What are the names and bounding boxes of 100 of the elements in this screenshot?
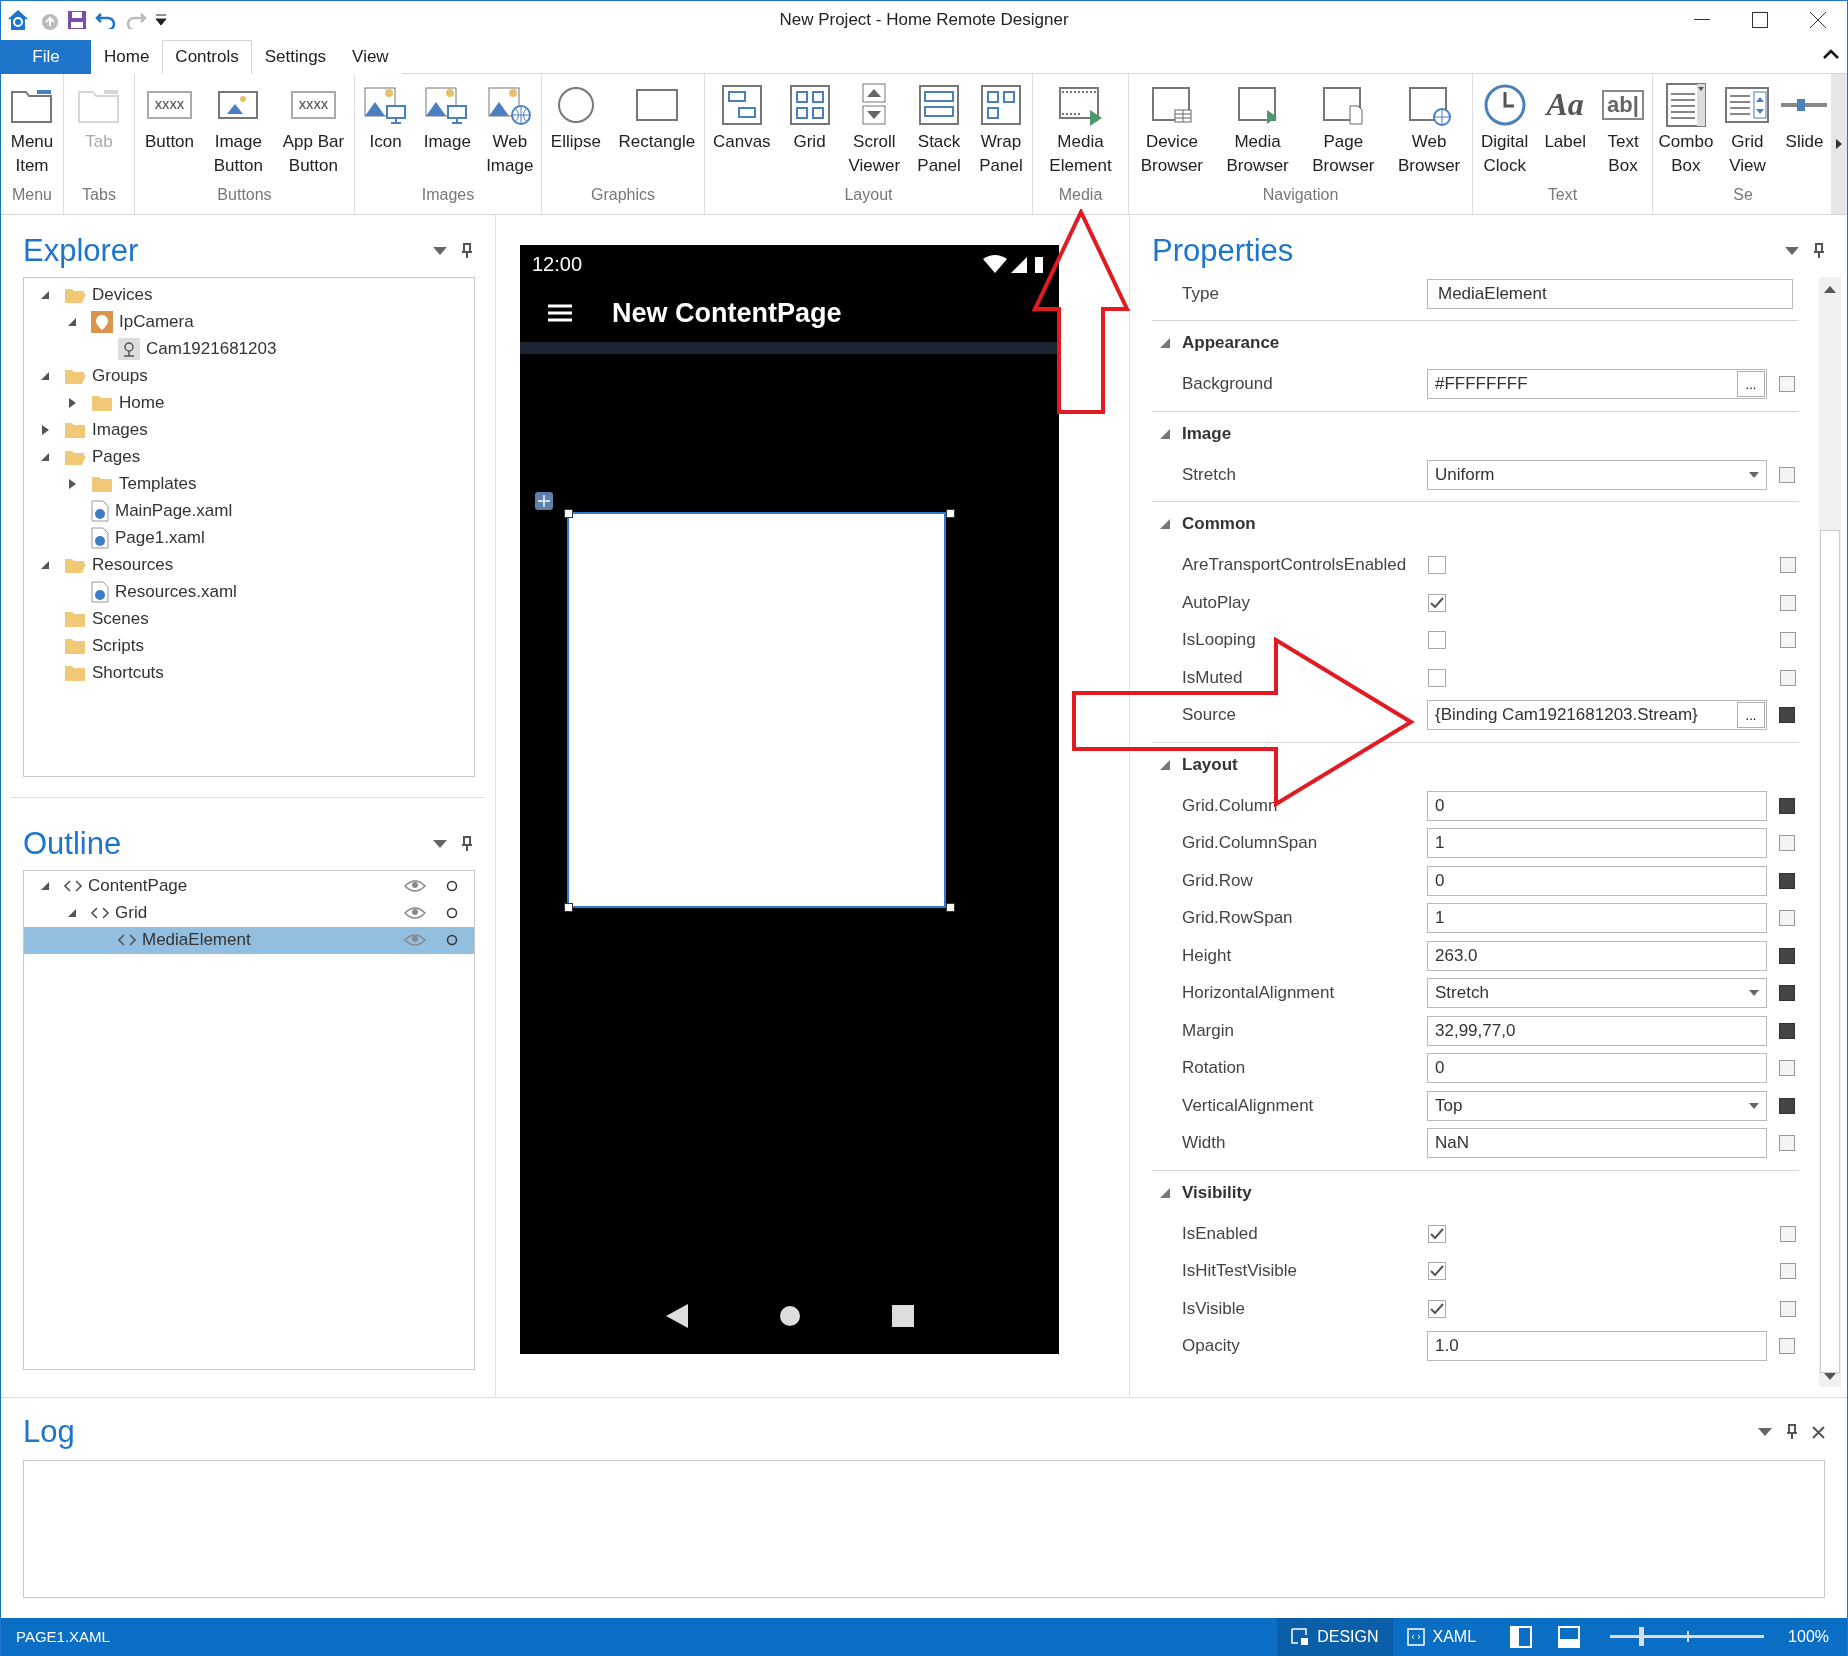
ribbon-button[interactable]: Combo Box [1656,79,1716,186]
tree-item[interactable]: Images [92,420,148,441]
checkbox[interactable] [1428,1299,1446,1318]
design-mode-tab[interactable]: DESIGN [1277,1618,1393,1656]
media-element-selection[interactable] [567,511,946,908]
slider-thumb[interactable] [1638,1627,1644,1647]
tree-item[interactable]: Devices [92,285,153,306]
ribbon-button[interactable]: Page Browser [1310,79,1377,186]
ribbon-button[interactable]: ab| Text Box [1600,79,1646,186]
input-field[interactable]: 1 [1427,903,1767,934]
property-set-marker[interactable] [1780,1225,1796,1242]
resize-handle[interactable] [564,508,573,518]
property-set-marker[interactable] [1779,797,1795,814]
property-set-marker[interactable] [1779,985,1795,1002]
collapse-ribbon-icon[interactable] [1823,48,1839,59]
ribbon-button[interactable]: Rectangle [616,79,698,186]
property-set-marker[interactable] [1779,1060,1795,1077]
tree-item[interactable]: Home [119,393,165,414]
ribbon-button[interactable]: Icon [360,79,411,186]
property-set-marker[interactable] [1779,872,1795,889]
ribbon-button[interactable]: Scroll Viewer [846,79,903,186]
ribbon-button[interactable]: Wrap Panel [976,79,1026,186]
scroll-up-icon[interactable] [1824,284,1836,293]
property-set-marker[interactable] [1779,376,1795,393]
zoom-slider[interactable] [1610,1627,1765,1647]
ribbon-button[interactable]: Stack Panel [914,79,965,186]
property-set-marker[interactable] [1780,557,1796,574]
property-set-marker[interactable] [1779,707,1795,724]
tree-item[interactable]: Resources [92,555,174,576]
ribbon-button[interactable]: Menu Item [7,79,57,186]
resize-handle[interactable] [946,902,955,912]
ribbon-button[interactable]: Image [421,79,473,186]
ribbon-button[interactable]: Grid [784,79,835,186]
outline-item[interactable]: Grid [24,899,474,927]
ribbon-button[interactable]: Grid View [1722,79,1773,186]
ribbon-button[interactable]: Device Browser [1138,79,1206,186]
checkbox[interactable] [1428,631,1446,650]
dropdown-field[interactable]: Top [1427,1090,1767,1121]
ribbon-button[interactable]: Media Browser [1224,79,1291,186]
property-set-marker[interactable] [1779,1022,1795,1039]
ribbon-button[interactable]: XXXX Button [142,79,197,186]
property-set-marker[interactable] [1779,1135,1795,1152]
tree-item[interactable]: Pages [92,447,141,468]
ribbon-button[interactable]: Slide [1779,79,1830,186]
checkbox[interactable] [1428,1262,1446,1281]
input-field[interactable]: 263.0 [1427,940,1767,971]
property-set-marker[interactable] [1779,1097,1795,1114]
dropdown-field[interactable]: Stretch [1427,978,1767,1009]
tree-item[interactable]: Page1.xaml [115,528,205,549]
checkbox[interactable] [1428,1224,1446,1243]
outline-item[interactable]: ContentPage [24,872,474,900]
ribbon-tab[interactable]: File [1,39,91,74]
tree-item[interactable]: Resources.xaml [115,582,237,603]
ribbon-button[interactable]: Web Browser [1395,79,1463,186]
browse-button[interactable]: ... [1737,371,1765,398]
property-set-marker[interactable] [1780,632,1796,649]
tree-item[interactable]: Shortcuts [92,663,164,684]
property-set-marker[interactable] [1780,594,1796,611]
tree-item[interactable]: Cam1921681203 [146,339,277,360]
property-set-marker[interactable] [1779,910,1795,927]
input-field[interactable]: #FFFFFFFF ... [1427,369,1767,400]
tree-item[interactable]: Templates [119,474,197,495]
tree-item[interactable]: IpCamera [119,312,194,333]
property-set-marker[interactable] [1779,1338,1795,1355]
property-set-marker[interactable] [1780,1263,1796,1280]
checkbox[interactable] [1428,556,1446,575]
input-field[interactable]: 32,99,77,0 [1427,1015,1767,1046]
resize-handle[interactable] [946,508,955,518]
ribbon-button[interactable]: Ellipse [548,79,603,186]
ribbon-button[interactable]: Image Button [211,79,265,186]
browse-button[interactable]: ... [1737,702,1765,729]
input-field[interactable]: 1 [1427,828,1767,859]
ribbon-tab[interactable]: Controls [162,39,252,74]
scrollbar[interactable] [1819,276,1841,1388]
ribbon-button[interactable]: XXXX App Bar Button [280,79,347,186]
tree-item[interactable]: Groups [92,366,148,387]
property-set-marker[interactable] [1779,947,1795,964]
tree-item[interactable]: Scripts [92,636,144,657]
input-field[interactable]: 0 [1427,790,1767,821]
dropdown-field[interactable]: Uniform [1427,459,1767,490]
code-mode-tab[interactable]: XAML [1392,1618,1491,1656]
ribbon-button[interactable]: Digital Clock [1479,79,1531,186]
ribbon-button[interactable]: Aa Label [1542,79,1588,186]
checkbox[interactable] [1428,593,1446,612]
ribbon-button[interactable]: Canvas [710,79,773,186]
input-field[interactable]: NaN [1427,1128,1767,1159]
resize-handle[interactable] [564,902,573,912]
input-field[interactable]: 0 [1427,865,1767,896]
input-field[interactable]: 1.0 [1427,1331,1767,1362]
tree-item[interactable]: Scenes [92,609,149,630]
ribbon-button[interactable]: Media Element [1047,79,1114,186]
property-set-marker[interactable] [1779,466,1795,483]
tree-item[interactable]: MainPage.xaml [115,501,233,522]
property-set-marker[interactable] [1779,835,1795,852]
property-set-marker[interactable] [1780,669,1796,686]
checkbox[interactable] [1428,668,1446,687]
ribbon-button[interactable]: Web Image [484,79,536,186]
input-field[interactable]: 0 [1427,1053,1767,1084]
property-set-marker[interactable] [1780,1300,1796,1317]
input-field[interactable]: {Binding Cam1921681203.Stream} ... [1427,700,1767,731]
